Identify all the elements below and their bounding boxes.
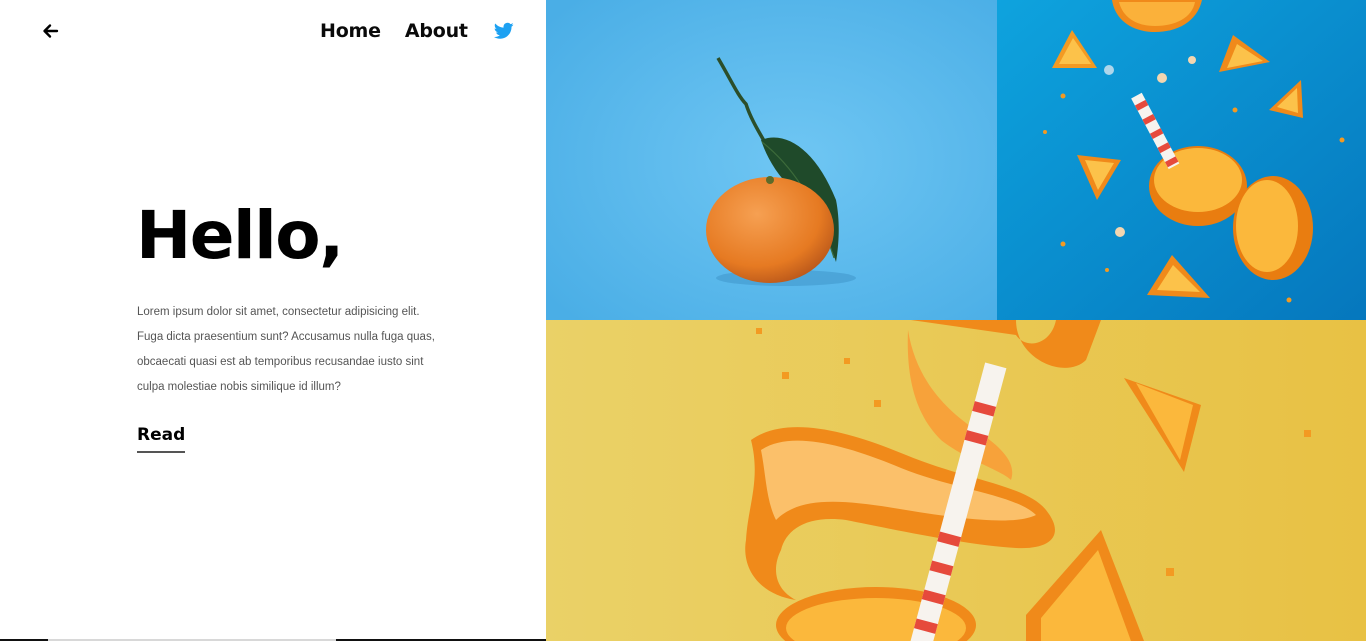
nav-about-link[interactable]: About: [405, 18, 468, 44]
left-panel: Home About Hello, Lorem ipsum dolor sit …: [0, 0, 546, 641]
arrow-left-icon: [43, 24, 59, 38]
read-button[interactable]: Read: [137, 424, 186, 453]
back-button[interactable]: [40, 20, 62, 42]
hero-description: Lorem ipsum dolor sit amet, consectetur …: [137, 306, 435, 393]
gallery-image-orange-peel[interactable]: [546, 320, 1366, 641]
twitter-link[interactable]: [493, 22, 514, 40]
gallery-image-orange-slices[interactable]: [997, 0, 1366, 320]
twitter-icon: [493, 22, 514, 39]
nav-home-link[interactable]: Home: [320, 18, 381, 44]
main-nav: Home About: [320, 18, 514, 44]
hero-title: Hello,: [136, 197, 344, 274]
gallery-image-tangerine[interactable]: [546, 0, 997, 320]
